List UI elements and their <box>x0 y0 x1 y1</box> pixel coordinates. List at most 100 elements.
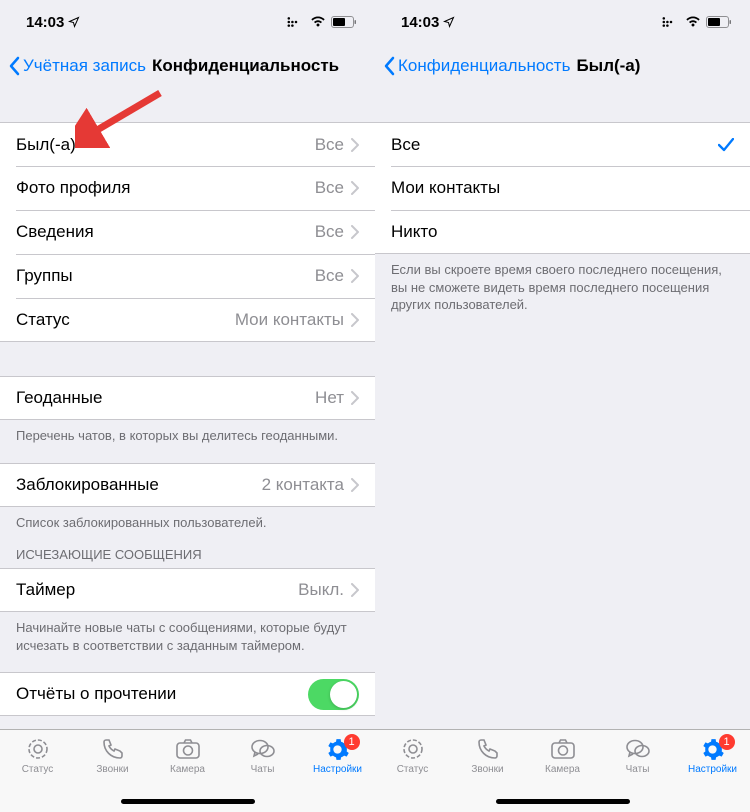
back-label: Учётная запись <box>23 56 146 76</box>
chevron-left-icon <box>383 56 395 76</box>
disappearing-footer: Начинайте новые чаты с сообщениями, кото… <box>0 612 375 654</box>
phone-icon <box>101 736 125 762</box>
tab-label: Чаты <box>626 764 650 775</box>
status-icon <box>26 736 50 762</box>
tab-label: Звонки <box>96 764 128 775</box>
camera-icon <box>550 736 576 762</box>
screen-last-seen: 14:03 Конфиденциальность Был(-а) Все Мои… <box>375 0 750 812</box>
tab-label: Настройки <box>688 764 737 775</box>
battery-icon <box>331 16 357 28</box>
disappearing-header: ИСЧЕЗАЮЩИЕ СООБЩЕНИЯ <box>0 547 375 568</box>
row-timer[interactable]: Таймер Выкл. <box>0 568 375 612</box>
row-status[interactable]: Статус Мои контакты <box>0 298 375 342</box>
wifi-icon <box>310 16 326 28</box>
location-icon <box>443 16 455 28</box>
row-last-seen[interactable]: Был(-а) Все <box>0 122 375 166</box>
chevron-right-icon <box>351 138 359 152</box>
tab-label: Камера <box>170 764 205 775</box>
tab-status[interactable]: Статус <box>383 736 443 812</box>
status-bar: 14:03 <box>0 0 375 44</box>
privacy-group: Был(-а) Все Фото профиля Все Сведения Вс… <box>0 122 375 342</box>
options-footer: Если вы скроете время своего последнего … <box>375 254 750 314</box>
options-group: Все Мои контакты Никто <box>375 122 750 254</box>
chats-icon <box>625 736 651 762</box>
row-label: Заблокированные <box>16 475 262 495</box>
row-label: Таймер <box>16 580 298 600</box>
row-label: Был(-а) <box>16 135 315 155</box>
chevron-right-icon <box>351 181 359 195</box>
option-nobody[interactable]: Никто <box>375 210 750 254</box>
row-read-receipts[interactable]: Отчёты о прочтении <box>0 672 375 716</box>
row-value: Мои контакты <box>235 310 344 330</box>
row-value: Нет <box>315 388 344 408</box>
row-label: Никто <box>391 222 734 242</box>
content[interactable]: Был(-а) Все Фото профиля Все Сведения Вс… <box>0 88 375 729</box>
blocked-group: Заблокированные 2 контакта <box>0 463 375 507</box>
row-label: Геоданные <box>16 388 315 408</box>
chevron-right-icon <box>351 269 359 283</box>
option-everyone[interactable]: Все <box>375 122 750 166</box>
readreceipts-group: Отчёты о прочтении <box>0 672 375 716</box>
tab-label: Камера <box>545 764 580 775</box>
status-time: 14:03 <box>401 14 439 31</box>
tab-settings[interactable]: 1 Настройки <box>308 736 368 812</box>
cellular-icon <box>662 16 680 28</box>
row-value: Все <box>315 135 344 155</box>
tab-bar: Статус Звонки Камера Чаты 1 Настройки <box>0 729 375 812</box>
tab-label: Настройки <box>313 764 362 775</box>
checkmark-icon <box>718 138 734 152</box>
option-contacts[interactable]: Мои контакты <box>375 166 750 210</box>
back-button[interactable]: Учётная запись <box>8 56 146 76</box>
tab-status[interactable]: Статус <box>8 736 68 812</box>
tab-label: Звонки <box>471 764 503 775</box>
page-title: Конфиденциальность <box>152 56 339 76</box>
screen-privacy: 14:03 Учётная запись Конфиденциальность … <box>0 0 375 812</box>
row-groups[interactable]: Группы Все <box>0 254 375 298</box>
home-indicator[interactable] <box>121 799 255 804</box>
settings-badge: 1 <box>344 734 360 750</box>
tab-settings[interactable]: 1 Настройки <box>683 736 743 812</box>
tab-label: Статус <box>397 764 429 775</box>
location-icon <box>68 16 80 28</box>
row-profile-photo[interactable]: Фото профиля Все <box>0 166 375 210</box>
back-label: Конфиденциальность <box>398 56 570 76</box>
row-label: Группы <box>16 266 315 286</box>
home-indicator[interactable] <box>496 799 630 804</box>
row-live-location[interactable]: Геоданные Нет <box>0 376 375 420</box>
tab-label: Чаты <box>251 764 275 775</box>
chats-icon <box>250 736 276 762</box>
status-icon <box>401 736 425 762</box>
battery-icon <box>706 16 732 28</box>
read-receipts-toggle[interactable] <box>308 679 359 710</box>
row-value: 2 контакта <box>262 475 344 495</box>
wifi-icon <box>685 16 701 28</box>
chevron-right-icon <box>351 225 359 239</box>
content[interactable]: Все Мои контакты Никто Если вы скроете в… <box>375 88 750 729</box>
row-about[interactable]: Сведения Все <box>0 210 375 254</box>
row-label: Сведения <box>16 222 315 242</box>
row-blocked[interactable]: Заблокированные 2 контакта <box>0 463 375 507</box>
row-value: Все <box>315 222 344 242</box>
phone-icon <box>476 736 500 762</box>
row-label: Отчёты о прочтении <box>16 684 308 704</box>
geo-group: Геоданные Нет <box>0 376 375 420</box>
nav-bar: Конфиденциальность Был(-а) <box>375 44 750 88</box>
blocked-footer: Список заблокированных пользователей. <box>0 507 375 532</box>
row-value: Все <box>315 178 344 198</box>
page-title: Был(-а) <box>576 56 640 76</box>
row-value: Выкл. <box>298 580 344 600</box>
nav-bar: Учётная запись Конфиденциальность <box>0 44 375 88</box>
chevron-right-icon <box>351 478 359 492</box>
cellular-icon <box>287 16 305 28</box>
tab-label: Статус <box>22 764 54 775</box>
chevron-left-icon <box>8 56 20 76</box>
back-button[interactable]: Конфиденциальность <box>383 56 570 76</box>
row-label: Все <box>391 135 718 155</box>
disappearing-group: Таймер Выкл. <box>0 568 375 612</box>
row-label: Мои контакты <box>391 178 734 198</box>
geo-footer: Перечень чатов, в которых вы делитесь ге… <box>0 420 375 445</box>
chevron-right-icon <box>351 313 359 327</box>
status-bar: 14:03 <box>375 0 750 44</box>
settings-badge: 1 <box>719 734 735 750</box>
row-label: Фото профиля <box>16 178 315 198</box>
